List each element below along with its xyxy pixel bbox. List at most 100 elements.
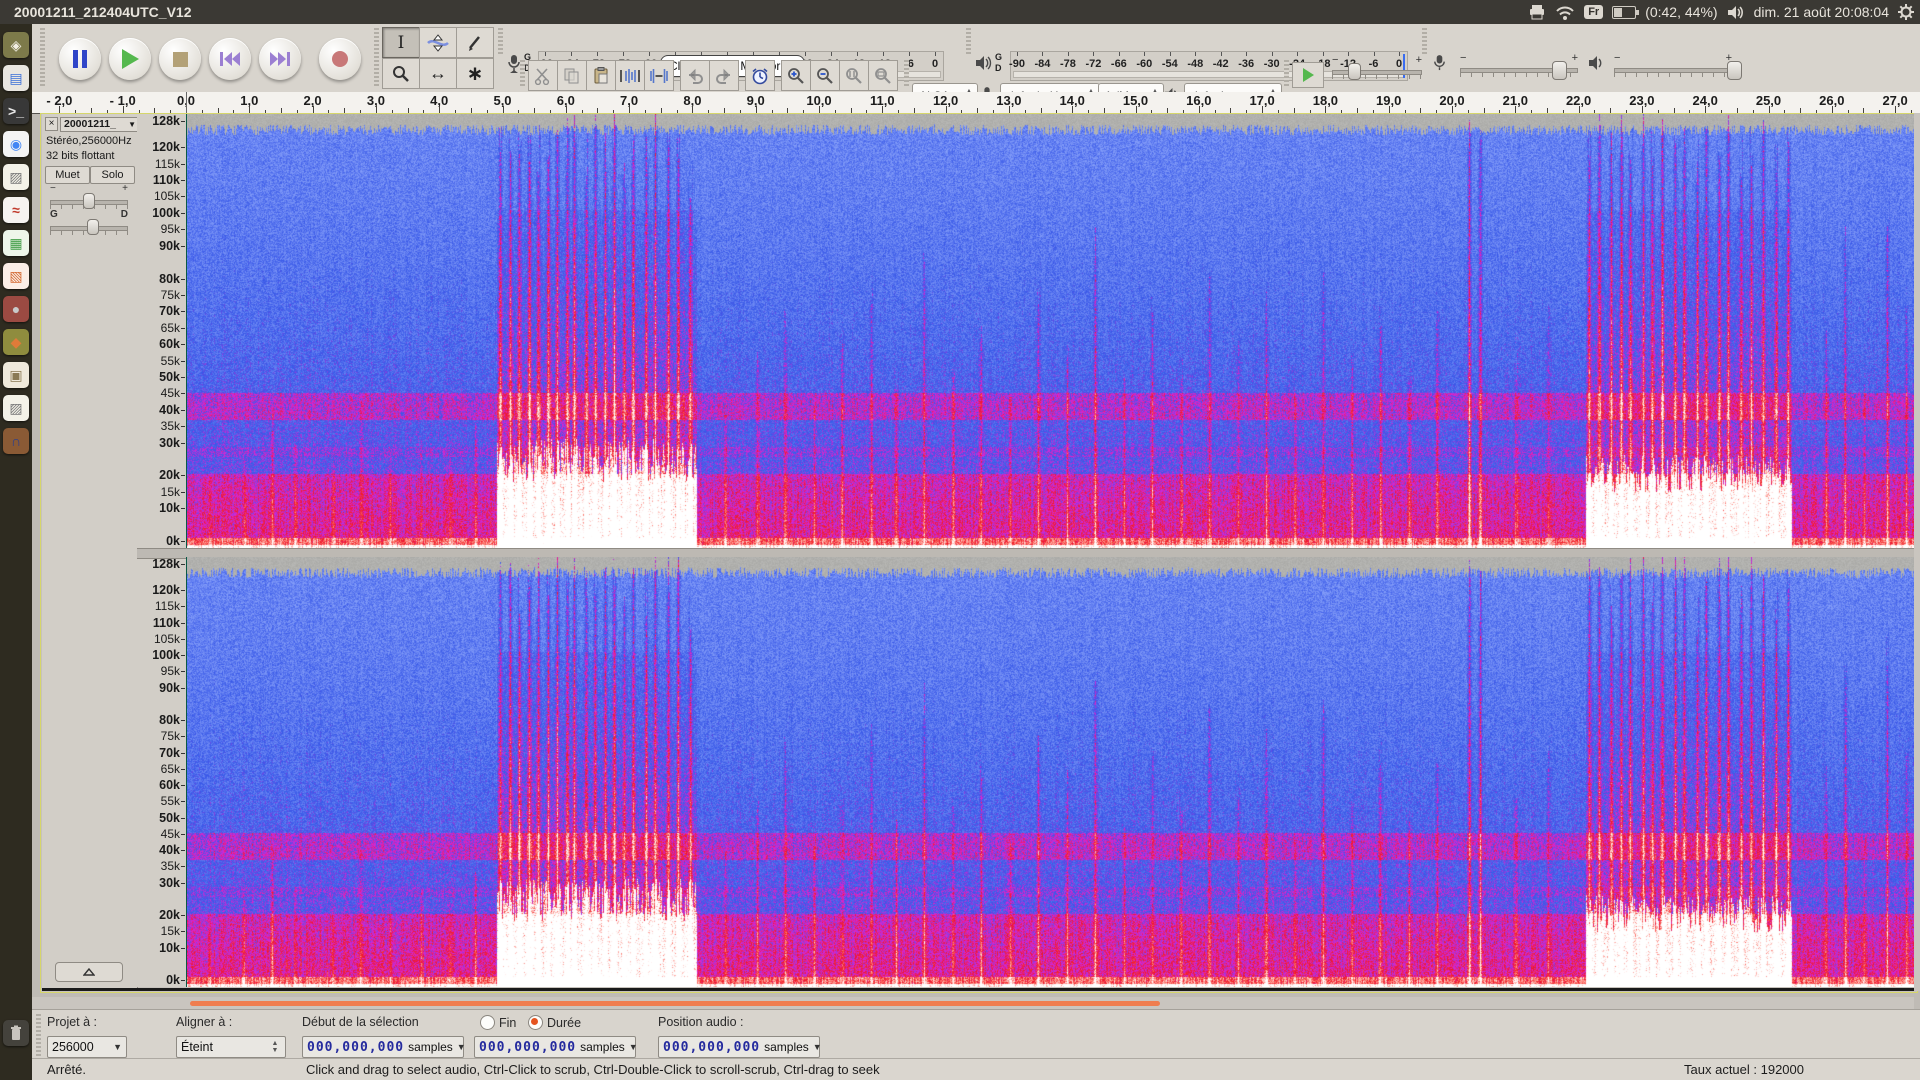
timeshift-tool-button[interactable]: ↔ — [419, 58, 457, 89]
launcher-item-dash-home[interactable]: ◈ — [3, 32, 29, 58]
frequency-ruler-right-channel[interactable]: 128k120k115k110k105k100k95k90k80k75k70k6… — [137, 557, 187, 987]
wifi-icon[interactable] — [1555, 5, 1575, 20]
skip-to-end-button[interactable] — [259, 38, 301, 80]
sync-lock-button[interactable] — [745, 60, 775, 91]
fit-project-button[interactable] — [868, 60, 898, 91]
launcher-item-text-editor[interactable]: ▨ — [3, 164, 29, 190]
launcher-item-presentation-app[interactable]: ▧ — [3, 263, 29, 289]
meter-scale-label: -66 — [1111, 58, 1127, 70]
meter-scale-label: -84 — [1035, 58, 1051, 70]
redo-button[interactable] — [709, 60, 739, 91]
snap-to-select[interactable]: Éteint ▲▼ — [176, 1036, 286, 1058]
track-pan-slider[interactable]: G D — [50, 220, 128, 228]
track-name-menu[interactable]: 20001211_▼ — [60, 117, 139, 132]
status-hint: Click and drag to select audio, Ctrl-Cli… — [306, 1062, 880, 1077]
horizontal-scrollbar[interactable] — [32, 997, 1914, 1009]
keyboard-layout-indicator[interactable]: Fr — [1584, 5, 1603, 19]
launcher-item-spreadsheet-app[interactable]: ▦ — [3, 230, 29, 256]
frequency-label: 70k — [159, 746, 180, 760]
frequency-ruler-left-channel[interactable]: 128k120k115k110k105k100k95k90k80k75k70k6… — [137, 114, 187, 548]
timeline-ruler[interactable]: - 2,0- 1,00,01,02,03,04,05,06,07,08,09,0… — [32, 92, 1920, 114]
pause-button[interactable] — [59, 38, 101, 80]
horizontal-scrollbar-thumb[interactable] — [190, 1001, 1160, 1006]
battery-icon[interactable] — [1612, 6, 1636, 19]
record-button[interactable] — [319, 38, 361, 80]
launcher-item-archive-manager[interactable]: ▣ — [3, 362, 29, 388]
frequency-label: 128k — [152, 557, 180, 571]
zoom-tool-button[interactable] — [382, 58, 420, 89]
device-toolbar-grip[interactable] — [904, 60, 909, 88]
tools-grip[interactable] — [374, 28, 379, 88]
draw-tool-button[interactable] — [456, 27, 494, 58]
track-pan-thumb[interactable] — [87, 219, 99, 235]
cut-button[interactable] — [528, 60, 558, 91]
launcher-item-notes-app[interactable]: ▨ — [3, 395, 29, 421]
meter-scale-label: 0 — [932, 58, 938, 70]
radio-on-icon — [528, 1015, 543, 1030]
frequency-label: 0k — [166, 534, 180, 548]
silence-audio-button[interactable] — [644, 60, 674, 91]
trash-icon[interactable] — [3, 1020, 29, 1046]
transport-grip[interactable] — [40, 28, 45, 88]
launcher-item-document-reader[interactable]: ≈ — [3, 197, 29, 223]
printer-icon[interactable] — [1528, 4, 1546, 20]
spectrogram-right-channel[interactable] — [186, 557, 1915, 987]
envelope-tool-button[interactable] — [419, 27, 457, 58]
gain-max-label: + — [122, 183, 128, 194]
mute-button[interactable]: Muet — [45, 166, 90, 184]
undo-button[interactable] — [680, 60, 710, 91]
launcher-item-files-app[interactable]: ▤ — [3, 65, 29, 91]
fit-selection-button[interactable] — [839, 60, 869, 91]
edit-toolbar-grip[interactable] — [520, 60, 525, 88]
track-close-button[interactable]: × — [45, 117, 58, 131]
dropdown-arrow-icon: ▼ — [629, 1042, 638, 1052]
session-gear-icon[interactable] — [1898, 4, 1914, 20]
copy-button[interactable] — [557, 60, 587, 91]
launcher-item-media-app[interactable]: ● — [3, 296, 29, 322]
copy-icon — [563, 67, 581, 85]
selection-length-radio[interactable]: Durée — [528, 1015, 581, 1030]
recording-volume-thumb[interactable] — [1552, 61, 1567, 80]
meter-scale-label: -78 — [1060, 58, 1076, 70]
track-gain-thumb[interactable] — [83, 193, 95, 209]
selection-start-field[interactable]: 000,000,000samples▼ — [302, 1036, 464, 1058]
zoom-in-button[interactable] — [781, 60, 811, 91]
stop-button[interactable] — [159, 38, 201, 80]
launcher-item-audacity[interactable]: ∩ — [3, 428, 29, 454]
audio-position-field[interactable]: 000,000,000samples▼ — [658, 1036, 820, 1058]
slider-min-label: − — [1614, 52, 1620, 64]
launcher-item-graphics-app[interactable]: ◆ — [3, 329, 29, 355]
spectrogram-left-channel[interactable] — [186, 114, 1915, 548]
recording-volume-slider[interactable]: − + — [1460, 62, 1578, 70]
recording-meter-grip[interactable] — [498, 28, 503, 56]
playback-meter-grip[interactable] — [966, 28, 971, 56]
transcription-grip[interactable] — [1284, 60, 1289, 88]
collapse-arrow-icon — [83, 968, 95, 976]
mixer-grip[interactable] — [1422, 28, 1427, 56]
playback-speed-thumb[interactable] — [1348, 63, 1361, 80]
play-at-speed-button[interactable] — [1292, 62, 1324, 88]
project-rate-select[interactable]: 256000 ▼ — [47, 1036, 127, 1058]
selection-toolbar-grip[interactable] — [36, 1014, 41, 1056]
vertical-scrollbar[interactable] — [1914, 113, 1920, 991]
playback-speed-slider[interactable]: − + — [1332, 64, 1422, 72]
multi-tool-button[interactable]: ∗ — [456, 58, 494, 89]
solo-button[interactable]: Solo — [90, 166, 135, 184]
paste-button[interactable] — [586, 60, 616, 91]
playback-meter-speaker-icon[interactable] — [975, 55, 992, 71]
selection-end-radio[interactable]: Fin — [480, 1015, 516, 1030]
track-gain-slider[interactable]: − + — [50, 194, 128, 202]
launcher-dock: ◈▤>_◉▨≈▦▧●◆▣▨∩ — [0, 24, 32, 1080]
track-collapse-button[interactable] — [55, 962, 123, 982]
zoom-out-button[interactable] — [810, 60, 840, 91]
play-button[interactable] — [109, 38, 151, 80]
selection-tool-button[interactable]: I — [382, 27, 420, 58]
playback-volume-slider[interactable]: − + — [1614, 62, 1732, 70]
clock[interactable]: dim. 21 août 20:08:04 — [1754, 4, 1889, 20]
playback-volume-thumb[interactable] — [1727, 61, 1742, 80]
skip-to-start-button[interactable] — [209, 38, 251, 80]
trim-audio-button[interactable] — [615, 60, 645, 91]
volume-icon[interactable] — [1727, 5, 1745, 20]
selection-length-field[interactable]: 000,000,000samples▼ — [474, 1036, 636, 1058]
launcher-item-web-browser[interactable]: ◉ — [3, 131, 29, 157]
